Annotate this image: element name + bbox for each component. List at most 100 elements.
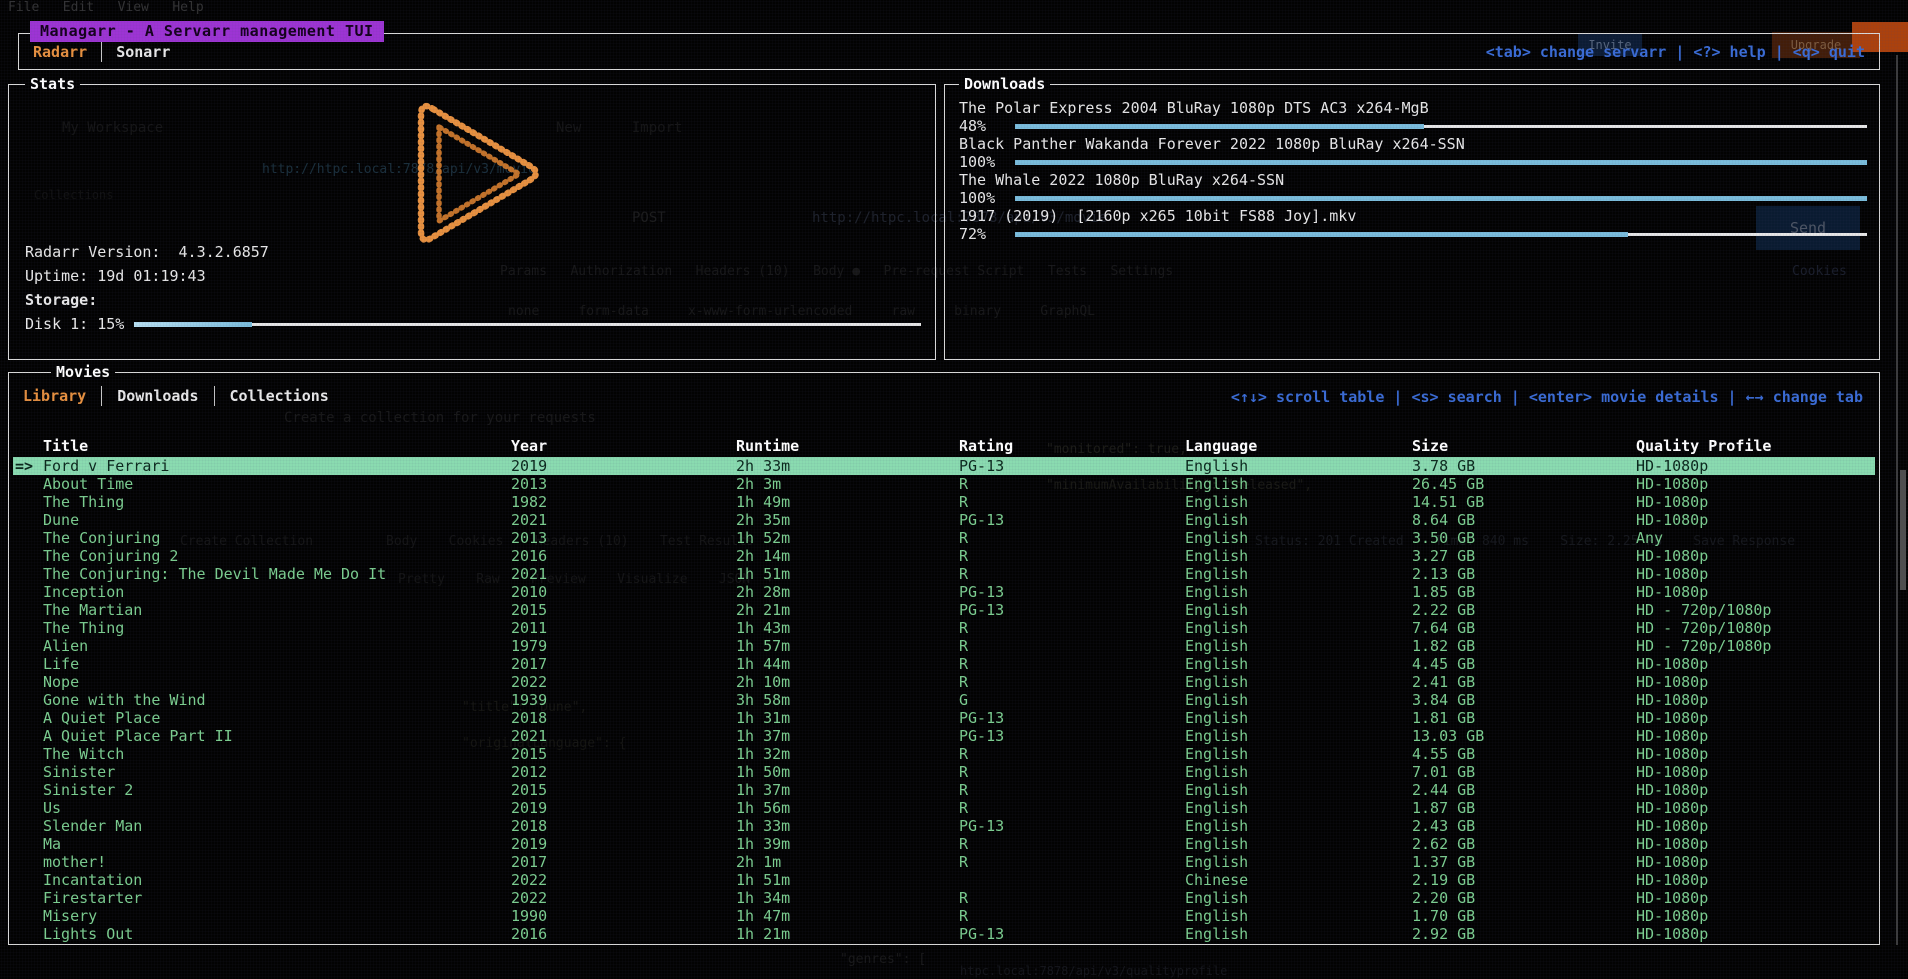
radarr-version-line: Radarr Version: 4.3.2.6857: [25, 243, 269, 261]
cell-size: 2.43 GB: [1412, 817, 1475, 835]
cell-size: 14.51 GB: [1412, 493, 1484, 511]
cell-title: The Witch: [43, 745, 124, 763]
cell-size: 4.45 GB: [1412, 655, 1475, 673]
download-percent: 100%: [959, 153, 1005, 171]
cell-language: English: [1185, 637, 1248, 655]
cell-runtime: 2h 3m: [736, 475, 781, 493]
movie-row[interactable]: Inception20102h 28mPG-13English1.85 GBHD…: [13, 583, 1875, 601]
movie-row[interactable]: About Time20132h 3mREnglish26.45 GBHD-10…: [13, 475, 1875, 493]
download-title: Black Panther Wakanda Forever 2022 1080p…: [959, 136, 1867, 153]
cell-year: 2018: [511, 709, 547, 727]
cell-runtime: 1h 21m: [736, 925, 790, 943]
cell-language: English: [1185, 799, 1248, 817]
download-item[interactable]: Black Panther Wakanda Forever 2022 1080p…: [959, 136, 1867, 170]
download-item[interactable]: The Polar Express 2004 BluRay 1080p DTS …: [959, 100, 1867, 134]
movie-row[interactable]: =>Ford v Ferrari20192h 33mPG-13English3.…: [13, 457, 1875, 475]
cell-rating: R: [959, 835, 968, 853]
servarr-tabs: Radarr Sonarr: [33, 42, 170, 62]
cell-runtime: 1h 34m: [736, 889, 790, 907]
cell-rating: R: [959, 745, 968, 763]
cell-title: The Thing: [43, 493, 124, 511]
gauge-fill: [134, 322, 252, 327]
cell-title: The Martian: [43, 601, 142, 619]
cell-quality-profile: HD-1080p: [1636, 925, 1708, 943]
cell-language: English: [1185, 745, 1248, 763]
movie-row[interactable]: A Quiet Place Part II20211h 37mPG-13Engl…: [13, 727, 1875, 745]
cell-language: English: [1185, 727, 1248, 745]
tab-sonarr[interactable]: Sonarr: [116, 43, 170, 61]
movies-tab-downloads[interactable]: Downloads: [117, 387, 198, 405]
cell-runtime: 1h 39m: [736, 835, 790, 853]
selection-marker: =>: [15, 457, 33, 475]
movie-row[interactable]: Lights Out20161h 21mPG-13English2.92 GBH…: [13, 925, 1875, 943]
movie-row[interactable]: Sinister20121h 50mREnglish7.01 GBHD-1080…: [13, 763, 1875, 781]
movies-table-header: TitleYearRuntimeRatingLanguageSizeQualit…: [13, 437, 1875, 456]
cell-quality-profile: HD-1080p: [1636, 889, 1708, 907]
movie-row[interactable]: The Conjuring 220162h 14mREnglish3.27 GB…: [13, 547, 1875, 565]
cell-runtime: 2h 21m: [736, 601, 790, 619]
movie-row[interactable]: The Conjuring20131h 52mREnglish3.50 GBAn…: [13, 529, 1875, 547]
movie-row[interactable]: mother!20172h 1mREnglish1.37 GBHD-1080p: [13, 853, 1875, 871]
movies-table-body: =>Ford v Ferrari20192h 33mPG-13English3.…: [13, 457, 1875, 941]
movie-row[interactable]: Ma20191h 39mREnglish2.62 GBHD-1080p: [13, 835, 1875, 853]
cell-size: 2.20 GB: [1412, 889, 1475, 907]
movie-row[interactable]: Sinister 220151h 37mREnglish2.44 GBHD-10…: [13, 781, 1875, 799]
movie-row[interactable]: Slender Man20181h 33mPG-13English2.43 GB…: [13, 817, 1875, 835]
cell-quality-profile: HD-1080p: [1636, 655, 1708, 673]
movie-row[interactable]: The Witch20151h 32mREnglish4.55 GBHD-108…: [13, 745, 1875, 763]
column-header-year: Year: [511, 437, 547, 455]
download-percent: 48%: [959, 117, 1005, 135]
cell-title: Life: [43, 655, 79, 673]
cell-quality-profile: HD-1080p: [1636, 745, 1708, 763]
cell-title: A Quiet Place Part II: [43, 727, 233, 745]
bleed-text: File Edit View Help: [8, 0, 204, 15]
cell-quality-profile: HD-1080p: [1636, 853, 1708, 871]
movie-row[interactable]: Misery19901h 47mREnglish1.70 GBHD-1080p: [13, 907, 1875, 925]
movie-row[interactable]: Nope20222h 10mREnglish2.41 GBHD-1080p: [13, 673, 1875, 691]
movie-row[interactable]: Incantation20221h 51mChinese2.19 GBHD-10…: [13, 871, 1875, 889]
cell-size: 7.64 GB: [1412, 619, 1475, 637]
cell-year: 2013: [511, 529, 547, 547]
disk-label: Disk 1:: [25, 315, 88, 333]
movie-row[interactable]: The Martian20152h 21mPG-13English2.22 GB…: [13, 601, 1875, 619]
cell-size: 2.19 GB: [1412, 871, 1475, 889]
movie-row[interactable]: Dune20212h 35mPG-13English8.64 GBHD-1080…: [13, 511, 1875, 529]
cell-rating: R: [959, 799, 968, 817]
movie-row[interactable]: Alien19791h 57mREnglish1.82 GBHD - 720p/…: [13, 637, 1875, 655]
cell-quality-profile: HD-1080p: [1636, 475, 1708, 493]
download-percent: 72%: [959, 225, 1005, 243]
movies-tab-library[interactable]: Library: [23, 387, 86, 405]
movies-tabs: Library Downloads Collections: [23, 384, 329, 408]
cell-year: 1979: [511, 637, 547, 655]
cell-size: 8.64 GB: [1412, 511, 1475, 529]
cell-title: Alien: [43, 637, 88, 655]
cell-size: 3.84 GB: [1412, 691, 1475, 709]
cell-language: English: [1185, 457, 1248, 475]
cell-quality-profile: HD-1080p: [1636, 511, 1708, 529]
cell-year: 2022: [511, 871, 547, 889]
cell-runtime: 1h 37m: [736, 727, 790, 745]
movie-row[interactable]: The Thing20111h 43mREnglish7.64 GBHD - 7…: [13, 619, 1875, 637]
tab-radarr[interactable]: Radarr: [33, 43, 87, 61]
movie-row[interactable]: Firestarter20221h 34mREnglish2.20 GBHD-1…: [13, 889, 1875, 907]
cell-title: The Conjuring: The Devil Made Me Do It: [43, 565, 386, 583]
cell-quality-profile: HD-1080p: [1636, 673, 1708, 691]
movie-row[interactable]: The Thing19821h 49mREnglish14.51 GBHD-10…: [13, 493, 1875, 511]
movie-row[interactable]: Life20171h 44mREnglish4.45 GBHD-1080p: [13, 655, 1875, 673]
movie-row[interactable]: Us20191h 56mREnglish1.87 GBHD-1080p: [13, 799, 1875, 817]
uptime-label: Uptime:: [25, 267, 88, 285]
cell-year: 2011: [511, 619, 547, 637]
cell-language: English: [1185, 781, 1248, 799]
bleed-text: htpc.local:7878/api/v3/qualityprofile: [960, 964, 1227, 978]
download-item[interactable]: 1917 (2019) [2160p x265 10bit FS88 Joy].…: [959, 208, 1867, 242]
movie-row[interactable]: A Quiet Place20181h 31mPG-13English1.81 …: [13, 709, 1875, 727]
movies-tab-collections[interactable]: Collections: [230, 387, 329, 405]
cell-language: English: [1185, 511, 1248, 529]
cell-year: 2015: [511, 601, 547, 619]
movie-row[interactable]: Gone with the Wind19393h 58mGEnglish3.84…: [13, 691, 1875, 709]
cell-rating: R: [959, 529, 968, 547]
cell-rating: R: [959, 637, 968, 655]
download-item[interactable]: The Whale 2022 1080p BluRay x264-SSN100%: [959, 172, 1867, 206]
movie-row[interactable]: The Conjuring: The Devil Made Me Do It20…: [13, 565, 1875, 583]
cell-title: Inception: [43, 583, 124, 601]
